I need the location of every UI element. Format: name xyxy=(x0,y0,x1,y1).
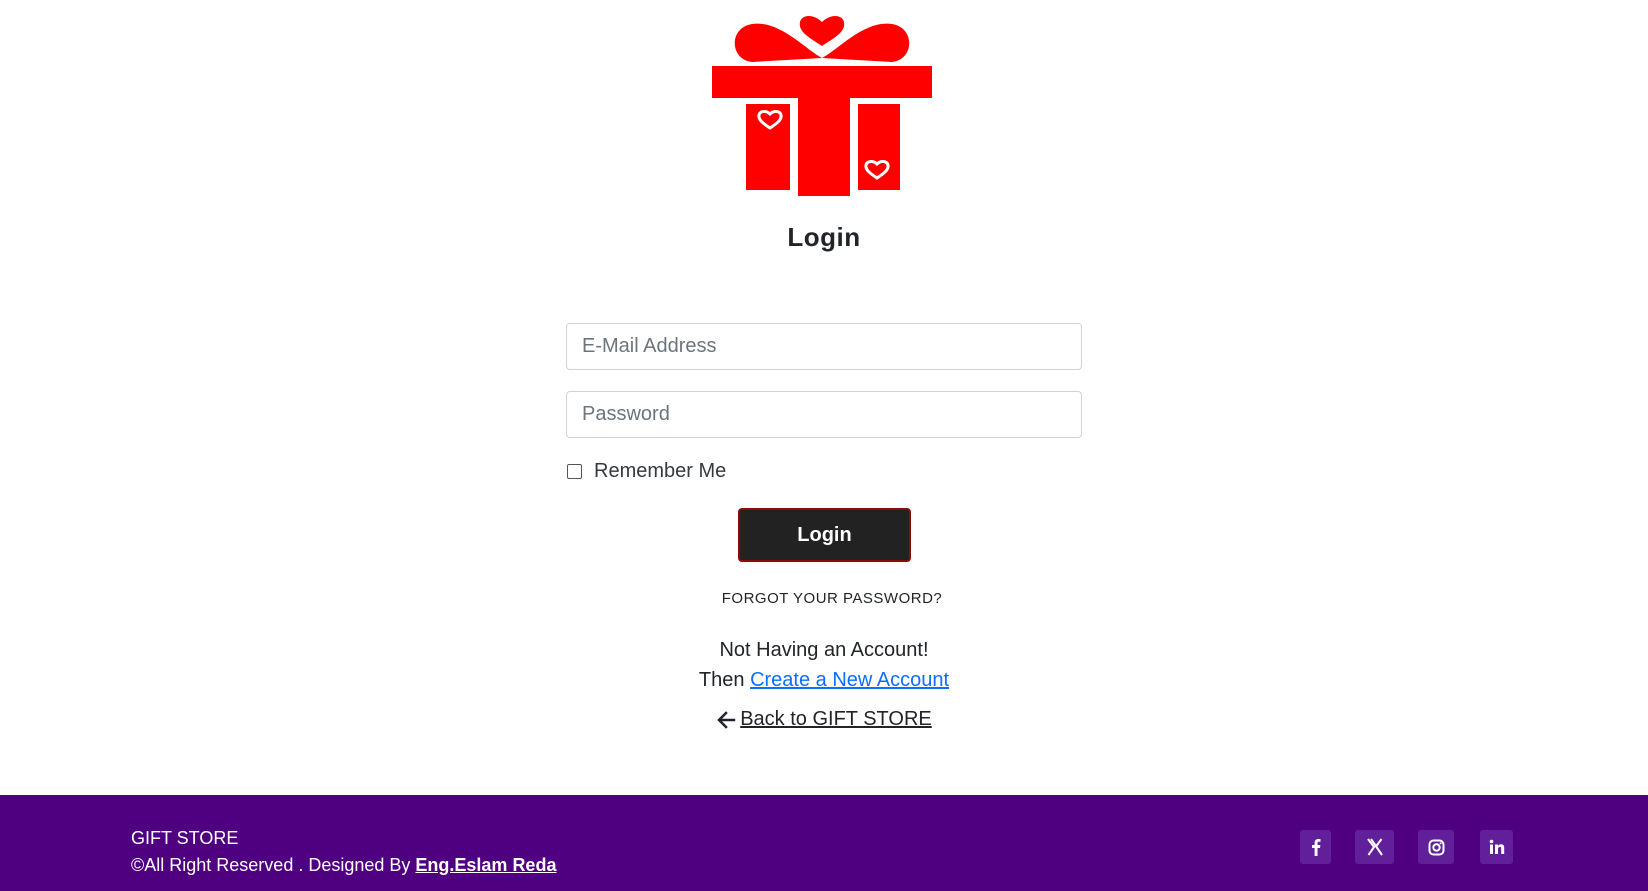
page-title: Login xyxy=(787,222,861,252)
linkedin-icon xyxy=(1489,839,1504,854)
designer-link[interactable]: Eng.Eslam Reda xyxy=(415,855,556,875)
footer: GIFT STORE ©All Right Reserved . Designe… xyxy=(0,795,1648,891)
login-button[interactable]: Login xyxy=(738,508,911,562)
facebook-icon xyxy=(1311,839,1320,856)
facebook-button[interactable] xyxy=(1300,830,1331,864)
then-text: Then xyxy=(698,669,745,691)
x-button[interactable] xyxy=(1355,830,1394,864)
back-line: Back to GIFT STORE xyxy=(0,708,1648,731)
instagram-button[interactable] xyxy=(1418,830,1454,864)
x-icon xyxy=(1366,838,1383,856)
copyright-text: ©All Right Reserved . Designed By xyxy=(131,855,411,875)
gift-logo-icon xyxy=(712,16,932,196)
back-to-store-link[interactable]: Back to GIFT STORE xyxy=(740,708,932,731)
email-field[interactable] xyxy=(566,323,1082,370)
forgot-password-link[interactable]: FORGOT YOUR PASSWORD? xyxy=(0,590,1648,607)
linkedin-button[interactable] xyxy=(1480,830,1513,864)
no-account-text: Not Having an Account! xyxy=(719,639,929,661)
footer-brand: GIFT STORE xyxy=(131,828,239,848)
remember-me[interactable]: Remember Me xyxy=(566,460,726,483)
instagram-icon xyxy=(1428,839,1444,855)
login-page: Login Remember Me Login FORGOT YOUR PASS… xyxy=(0,0,1648,891)
password-field[interactable] xyxy=(566,391,1082,438)
arrow-left-icon xyxy=(717,710,736,729)
create-account-link[interactable]: Create a New Account xyxy=(750,669,949,691)
remember-me-label: Remember Me xyxy=(594,460,727,482)
footer-copyright: ©All Right Reserved . Designed By Eng.Es… xyxy=(131,855,556,876)
create-account-line: Then Create a New Account xyxy=(0,669,1648,692)
remember-me-checkbox[interactable] xyxy=(567,464,582,479)
